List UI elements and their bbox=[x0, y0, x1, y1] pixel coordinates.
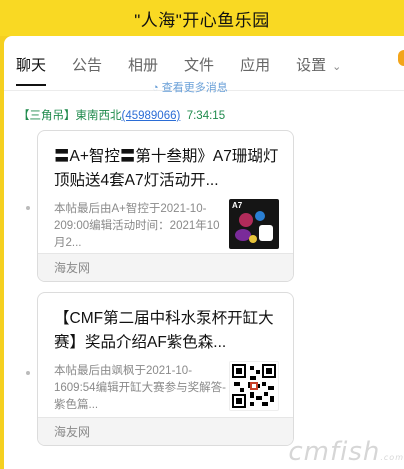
sender-id[interactable]: (45989066) bbox=[122, 110, 181, 122]
view-more-history-link[interactable]: ◔ 查看更多消息 bbox=[152, 79, 228, 95]
tab-apps[interactable]: 应用 bbox=[240, 50, 270, 82]
chat-panel: 聊天 公告 相册 文件 应用 设置 ⌄ ◔ 查看更多消息 【三角吊】東南西北(45… bbox=[4, 36, 404, 469]
sender-name[interactable]: 東南西北 bbox=[76, 110, 122, 122]
card-source: 海友网 bbox=[38, 253, 293, 281]
tab-announcement[interactable]: 公告 bbox=[72, 50, 102, 82]
window-title: "人海"开心鱼乐园 bbox=[134, 10, 270, 30]
card-description: 本帖最后由飒枫于2021-10-1609:54编辑开缸大赛参与奖解答-紫色篇..… bbox=[54, 365, 226, 411]
tab-album[interactable]: 相册 bbox=[128, 50, 158, 82]
message-bullet bbox=[26, 371, 30, 375]
message-bullet bbox=[26, 206, 30, 210]
tab-settings[interactable]: 设置 ⌄ bbox=[296, 50, 341, 82]
share-card[interactable]: 【CMF第二届中科水泵杯开缸大赛】奖品介绍AF紫色森... 本帖最后由飒枫于20… bbox=[37, 292, 294, 446]
sender-tag: 【三角吊】 bbox=[18, 110, 76, 122]
message-time: 7:34:15 bbox=[186, 110, 226, 122]
card-thumbnail: A7 bbox=[229, 199, 279, 249]
qr-code-thumbnail bbox=[229, 361, 279, 411]
tab-chat[interactable]: 聊天 bbox=[16, 50, 47, 86]
card-description: 本帖最后由A+智控于2021-10-209:00编辑活动时间：2021年10月2… bbox=[54, 203, 220, 249]
tab-files[interactable]: 文件 bbox=[184, 50, 214, 82]
site-watermark: cmfish.com bbox=[288, 437, 404, 467]
chevron-down-icon: ⌄ bbox=[332, 61, 342, 73]
history-icon: ◔ bbox=[152, 82, 162, 94]
share-card[interactable]: 〓A+智控〓第十叁期》A7珊瑚灯顶贴送4套A7灯活动开... 本帖最后由A+智控… bbox=[37, 130, 294, 282]
notification-icon[interactable] bbox=[398, 50, 404, 66]
card-title: 【CMF第二届中科水泵杯开缸大赛】奖品介绍AF紫色森... bbox=[54, 310, 274, 351]
message-header: 【三角吊】東南西北(45989066) 7:34:15 bbox=[18, 107, 225, 123]
title-bar: "人海"开心鱼乐园 bbox=[0, 0, 404, 36]
card-title: 〓A+智控〓第十叁期》A7珊瑚灯顶贴送4套A7灯活动开... bbox=[54, 148, 279, 189]
card-source: 海友网 bbox=[38, 417, 293, 445]
